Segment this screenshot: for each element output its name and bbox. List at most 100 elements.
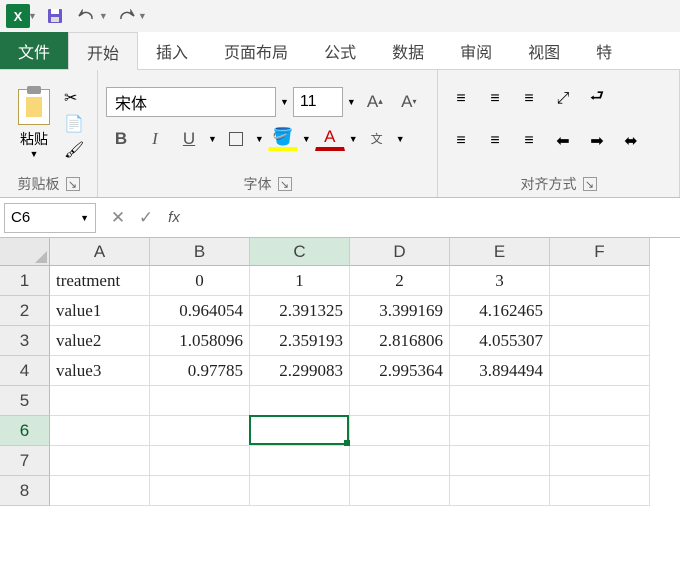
cancel-formula-button[interactable]: ✕ xyxy=(104,204,132,232)
row-header-8[interactable]: 8 xyxy=(0,476,50,506)
font-name-input[interactable] xyxy=(106,87,276,117)
column-header-E[interactable]: E xyxy=(450,238,550,266)
underline-dropdown-icon[interactable]: ▼ xyxy=(208,134,217,144)
cell-C1[interactable]: 1 xyxy=(250,266,350,296)
redo-button[interactable] xyxy=(112,3,140,29)
font-dialog-launcher[interactable]: ↘ xyxy=(278,177,292,191)
cell-B5[interactable] xyxy=(150,386,250,416)
row-header-5[interactable]: 5 xyxy=(0,386,50,416)
phonetic-dropdown-icon[interactable]: ▼ xyxy=(396,134,405,144)
tab-data[interactable]: 数据 xyxy=(374,32,442,69)
tab-view[interactable]: 视图 xyxy=(510,32,578,69)
copy-button[interactable]: 📄 xyxy=(64,114,84,134)
cell-D4[interactable]: 2.995364 xyxy=(350,356,450,386)
insert-function-button[interactable]: fx xyxy=(160,204,188,232)
decrease-indent-button[interactable]: ⬅ xyxy=(548,127,578,155)
undo-dropdown-icon[interactable]: ▼ xyxy=(99,11,108,21)
cell-C7[interactable] xyxy=(250,446,350,476)
clipboard-dialog-launcher[interactable]: ↘ xyxy=(66,177,80,191)
font-size-dropdown-icon[interactable]: ▼ xyxy=(347,97,356,107)
cell-D7[interactable] xyxy=(350,446,450,476)
cell-F8[interactable] xyxy=(550,476,650,506)
paste-dropdown-icon[interactable]: ▼ xyxy=(30,149,39,159)
save-button[interactable] xyxy=(41,3,69,29)
cell-E1[interactable]: 3 xyxy=(450,266,550,296)
formula-input[interactable] xyxy=(188,204,676,232)
row-header-4[interactable]: 4 xyxy=(0,356,50,386)
cell-D8[interactable] xyxy=(350,476,450,506)
underline-button[interactable]: U xyxy=(174,125,204,153)
tab-layout[interactable]: 页面布局 xyxy=(206,32,306,69)
cell-E2[interactable]: 4.162465 xyxy=(450,296,550,326)
cell-A3[interactable]: value2 xyxy=(50,326,150,356)
align-middle-button[interactable]: ≡ xyxy=(480,85,510,113)
cell-D2[interactable]: 3.399169 xyxy=(350,296,450,326)
tab-formulas[interactable]: 公式 xyxy=(306,32,374,69)
font-color-button[interactable]: A xyxy=(315,127,345,151)
fill-color-dropdown-icon[interactable]: ▼ xyxy=(302,134,311,144)
name-box-dropdown-icon[interactable]: ▼ xyxy=(80,213,89,223)
cell-E5[interactable] xyxy=(450,386,550,416)
row-header-3[interactable]: 3 xyxy=(0,326,50,356)
cell-C5[interactable] xyxy=(250,386,350,416)
cell-E8[interactable] xyxy=(450,476,550,506)
column-header-F[interactable]: F xyxy=(550,238,650,266)
row-header-2[interactable]: 2 xyxy=(0,296,50,326)
qat-customize-icon[interactable]: ▼ xyxy=(138,11,147,21)
cell-A4[interactable]: value3 xyxy=(50,356,150,386)
row-header-6[interactable]: 6 xyxy=(0,416,50,446)
borders-button[interactable] xyxy=(221,125,251,153)
fill-color-button[interactable]: 🪣 xyxy=(268,127,298,151)
font-name-dropdown-icon[interactable]: ▼ xyxy=(280,97,289,107)
cell-B3[interactable]: 1.058096 xyxy=(150,326,250,356)
cell-F4[interactable] xyxy=(550,356,650,386)
cut-button[interactable]: ✂ xyxy=(64,88,84,108)
increase-font-button[interactable]: A▴ xyxy=(360,88,390,116)
cell-B1[interactable]: 0 xyxy=(150,266,250,296)
cell-A1[interactable]: treatment xyxy=(50,266,150,296)
align-center-button[interactable]: ≡ xyxy=(480,127,510,155)
tab-extra[interactable]: 特 xyxy=(578,32,630,69)
cell-E7[interactable] xyxy=(450,446,550,476)
cell-F1[interactable] xyxy=(550,266,650,296)
tab-file[interactable]: 文件 xyxy=(0,32,68,69)
wrap-text-button[interactable]: ⮐ xyxy=(582,85,612,113)
cell-A7[interactable] xyxy=(50,446,150,476)
cell-A8[interactable] xyxy=(50,476,150,506)
cell-F3[interactable] xyxy=(550,326,650,356)
cell-B4[interactable]: 0.97785 xyxy=(150,356,250,386)
cell-F7[interactable] xyxy=(550,446,650,476)
tab-home[interactable]: 开始 xyxy=(68,32,138,70)
cell-B6[interactable] xyxy=(150,416,250,446)
cell-C8[interactable] xyxy=(250,476,350,506)
cell-F5[interactable] xyxy=(550,386,650,416)
align-dialog-launcher[interactable]: ↘ xyxy=(583,177,597,191)
cell-B8[interactable] xyxy=(150,476,250,506)
row-header-1[interactable]: 1 xyxy=(0,266,50,296)
cell-F2[interactable] xyxy=(550,296,650,326)
paste-button[interactable]: 粘贴 ▼ xyxy=(8,89,60,159)
tab-insert[interactable]: 插入 xyxy=(138,32,206,69)
cell-B7[interactable] xyxy=(150,446,250,476)
select-all-corner[interactable] xyxy=(0,238,50,266)
italic-button[interactable]: I xyxy=(140,125,170,153)
cell-E6[interactable] xyxy=(450,416,550,446)
cell-D3[interactable]: 2.816806 xyxy=(350,326,450,356)
align-top-button[interactable]: ≡ xyxy=(446,85,476,113)
cell-C6[interactable] xyxy=(250,416,350,446)
cell-C3[interactable]: 2.359193 xyxy=(250,326,350,356)
align-left-button[interactable]: ≡ xyxy=(446,127,476,155)
decrease-font-button[interactable]: A▾ xyxy=(394,88,424,116)
cell-D6[interactable] xyxy=(350,416,450,446)
cell-C4[interactable]: 2.299083 xyxy=(250,356,350,386)
enter-formula-button[interactable]: ✓ xyxy=(132,204,160,232)
cell-D5[interactable] xyxy=(350,386,450,416)
borders-dropdown-icon[interactable]: ▼ xyxy=(255,134,264,144)
bold-button[interactable]: B xyxy=(106,125,136,153)
cell-D1[interactable]: 2 xyxy=(350,266,450,296)
cell-C2[interactable]: 2.391325 xyxy=(250,296,350,326)
tab-review[interactable]: 审阅 xyxy=(442,32,510,69)
increase-indent-button[interactable]: ➡ xyxy=(582,127,612,155)
column-header-B[interactable]: B xyxy=(150,238,250,266)
row-header-7[interactable]: 7 xyxy=(0,446,50,476)
